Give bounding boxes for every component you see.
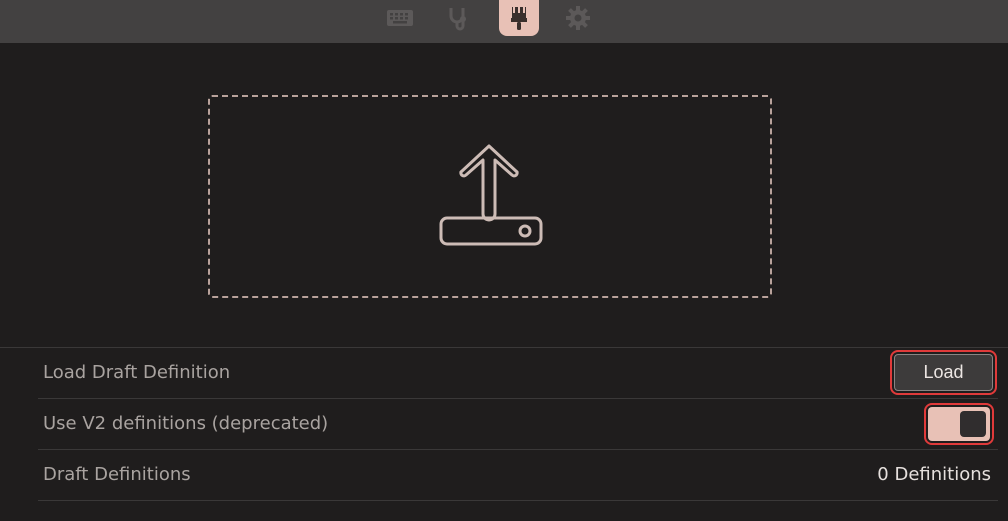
upload-icon [439,144,543,246]
draft-definitions-label: Draft Definitions [43,464,191,485]
tab-diagnostics[interactable] [438,0,478,36]
definitions-count: 0 Definitions [877,464,991,485]
load-button[interactable]: Load [890,350,997,395]
draft-definitions-row: Draft Definitions 0 Definitions [38,449,998,501]
use-v2-toggle[interactable] [924,403,994,445]
settings-list: Load Draft Definition Load Use V2 defini… [0,347,1008,501]
load-draft-label: Load Draft Definition [43,362,231,383]
load-draft-row: Load Draft Definition Load [0,347,1008,398]
tab-settings[interactable] [558,0,598,36]
use-v2-row: Use V2 definitions (deprecated) [38,398,998,449]
toggle-knob [960,411,986,437]
stethoscope-icon [449,8,466,31]
tab-keyboard[interactable] [380,0,420,36]
use-v2-label: Use V2 definitions (deprecated) [43,413,329,434]
brush-icon [511,7,527,30]
gear-icon [566,6,590,30]
top-tab-bar [0,0,1008,43]
file-dropzone[interactable] [208,95,772,298]
tab-styling[interactable] [499,0,539,36]
keyboard-icon [387,10,413,26]
